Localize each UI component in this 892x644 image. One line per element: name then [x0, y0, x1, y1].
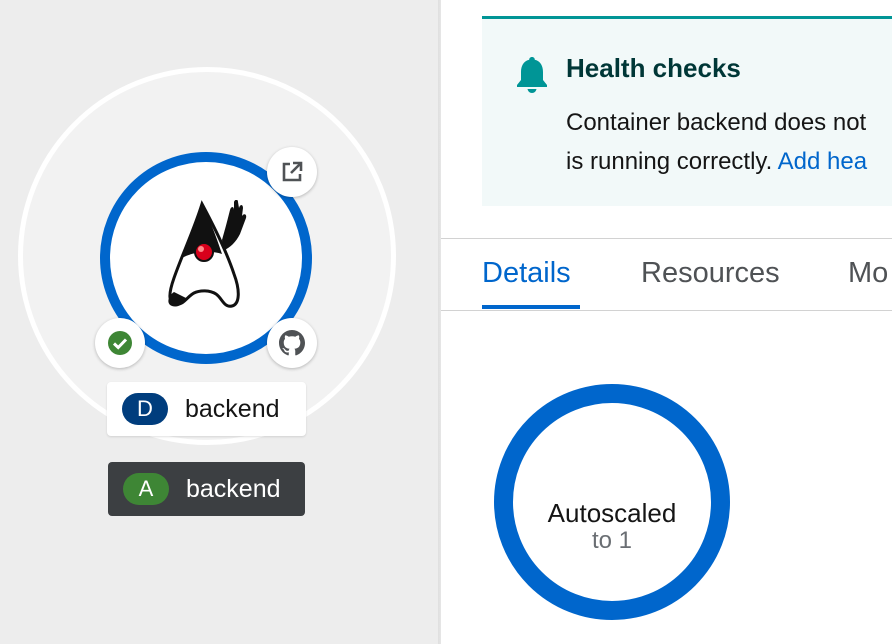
tab-monitoring[interactable]: Mo: [848, 257, 888, 290]
github-icon: [279, 330, 305, 356]
alert-line-2-text: is running correctly.: [566, 148, 778, 175]
tab-resources[interactable]: Resources: [641, 257, 780, 290]
application-label[interactable]: A backend: [108, 462, 305, 516]
donut-title: Autoscaled: [547, 498, 677, 528]
application-badge: A: [123, 473, 169, 505]
donut-subtitle: to 1: [591, 527, 633, 554]
alert-line-2: is running correctly. Add hea: [566, 142, 867, 181]
tabs-border: [441, 310, 892, 311]
alert-line-1: Container backend does not: [566, 109, 867, 136]
alert-title: Health checks: [566, 53, 741, 83]
active-tab-indicator: [482, 305, 580, 309]
add-health-checks-link[interactable]: Add hea: [778, 148, 867, 175]
tab-details[interactable]: Details: [482, 257, 571, 290]
source-repo-decorator[interactable]: [267, 318, 317, 368]
health-checks-alert: Health checks Container backend does not…: [482, 16, 892, 206]
application-name: backend: [186, 474, 281, 503]
topology-canvas[interactable]: D backend A backend: [0, 0, 441, 644]
deployment-badge: D: [122, 393, 168, 425]
open-url-decorator[interactable]: [267, 147, 317, 197]
alert-body: Container backend does not is running co…: [566, 103, 867, 181]
pod-count-donut[interactable]: Autoscaled to 1: [494, 384, 730, 620]
deployment-label[interactable]: D backend: [107, 382, 306, 436]
panel-tabs: Details Resources Mo: [441, 239, 892, 311]
pod-status-decorator[interactable]: [95, 318, 145, 368]
bell-icon: [517, 57, 547, 93]
status-check-icon: [108, 331, 132, 355]
deployment-name: backend: [185, 394, 280, 423]
side-panel: Health checks Container backend does not…: [441, 0, 892, 644]
java-duke-icon: [168, 200, 247, 308]
open-url-icon: [282, 161, 303, 182]
